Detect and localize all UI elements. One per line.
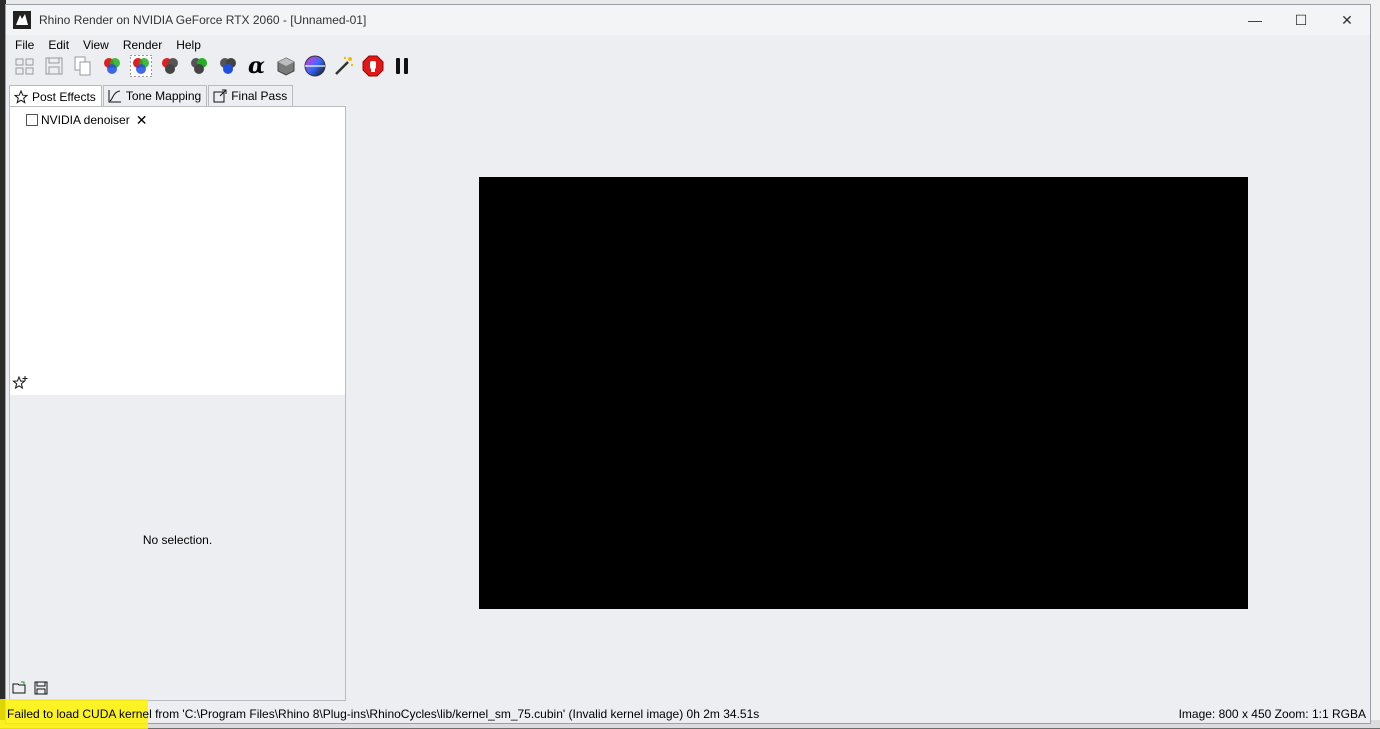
star-plus-icon: [12, 375, 28, 390]
save-preset-button[interactable]: [34, 681, 48, 698]
menu-view[interactable]: View: [76, 38, 116, 52]
menu-render[interactable]: Render: [116, 38, 169, 52]
list-item[interactable]: NVIDIA denoiser ✕: [26, 113, 147, 127]
channels-grid-icon: [129, 55, 152, 77]
tab-post-effects[interactable]: Post Effects: [9, 85, 102, 107]
menu-bar: File Edit View Render Help: [6, 35, 208, 55]
save-icon: [45, 57, 62, 75]
maximize-button[interactable]: ☐: [1278, 5, 1324, 35]
blue-channel-icon: [219, 58, 236, 74]
tab-final-pass[interactable]: Final Pass: [208, 85, 294, 106]
pause-render-button[interactable]: [387, 55, 416, 77]
add-effect-button[interactable]: [12, 375, 28, 394]
rhino-app-icon: [13, 11, 31, 29]
red-channel-button[interactable]: [155, 55, 184, 77]
curve-graph-icon: [108, 90, 121, 103]
save-icon: [34, 681, 48, 695]
red-channel-icon: [161, 58, 178, 74]
render-viewport[interactable]: [479, 177, 1248, 609]
box-button[interactable]: [271, 55, 300, 77]
tab-label: Tone Mapping: [125, 89, 202, 103]
star-icon: [14, 89, 28, 104]
alpha-icon: α: [248, 53, 265, 79]
menu-file[interactable]: File: [8, 38, 41, 52]
panel-footer: [12, 681, 54, 698]
nvidia-denoiser-checkbox[interactable]: [26, 114, 38, 126]
menu-edit[interactable]: Edit: [41, 38, 76, 52]
alpha-channel-button[interactable]: α: [242, 55, 271, 77]
channels-grid-button[interactable]: [126, 55, 155, 77]
open-preset-button[interactable]: [12, 681, 28, 698]
window-controls: — ☐ ✕: [1232, 5, 1370, 35]
no-selection-text: No selection.: [142, 533, 213, 547]
color-wheel-icon: [304, 55, 325, 77]
stop-render-icon: [362, 55, 383, 77]
image-info: Image: 800 x 450 Zoom: 1:1 RGBA: [1178, 707, 1366, 721]
post-effects-list: NVIDIA denoiser ✕: [10, 107, 345, 395]
toolbar: α: [6, 55, 416, 77]
render-window: Rhino Render on NVIDIA GeForce RTX 2060 …: [0, 4, 1371, 729]
minimize-button[interactable]: —: [1232, 5, 1278, 35]
group-button[interactable]: [10, 55, 39, 77]
blue-channel-button[interactable]: [213, 55, 242, 77]
group-icon: [15, 58, 33, 75]
tab-label: Final Pass: [231, 89, 288, 103]
tab-label: Post Effects: [32, 89, 96, 104]
tab-tone-mapping[interactable]: Tone Mapping: [102, 85, 208, 106]
close-button[interactable]: ✕: [1324, 5, 1370, 35]
status-bar: Failed to load CUDA kernel from 'C:\Prog…: [0, 699, 1370, 729]
export-icon: [213, 89, 227, 103]
menu-help[interactable]: Help: [169, 38, 208, 52]
magic-wand-button[interactable]: [329, 55, 358, 77]
properties-area: No selection.: [11, 397, 344, 697]
green-channel-button[interactable]: [184, 55, 213, 77]
window-title: Rhino Render on NVIDIA GeForce RTX 2060 …: [39, 13, 367, 27]
save-button[interactable]: [39, 55, 68, 77]
status-message: Failed to load CUDA kernel from 'C:\Prog…: [7, 707, 760, 721]
effect-label: NVIDIA denoiser: [41, 113, 130, 127]
color-wheel-button[interactable]: [300, 55, 329, 77]
copy-button[interactable]: [68, 55, 97, 77]
title-bar[interactable]: Rhino Render on NVIDIA GeForce RTX 2060 …: [6, 5, 1370, 35]
magic-wand-icon: [334, 56, 353, 75]
pause-icon: [395, 58, 408, 74]
post-effects-panel: NVIDIA denoiser ✕ No selection.: [9, 106, 346, 701]
copy-icon: [74, 56, 90, 76]
color-channels-icon: [103, 58, 120, 74]
rgb-channels-button[interactable]: [97, 55, 126, 77]
panel-tabs: Post Effects Tone Mapping Final Pass: [9, 85, 294, 107]
desktop-background-right: [1370, 0, 1380, 728]
box-icon: [277, 57, 294, 76]
green-channel-icon: [190, 58, 207, 74]
open-folder-icon: [12, 681, 26, 694]
stop-render-button[interactable]: [358, 55, 387, 77]
remove-effect-icon[interactable]: ✕: [136, 113, 148, 127]
